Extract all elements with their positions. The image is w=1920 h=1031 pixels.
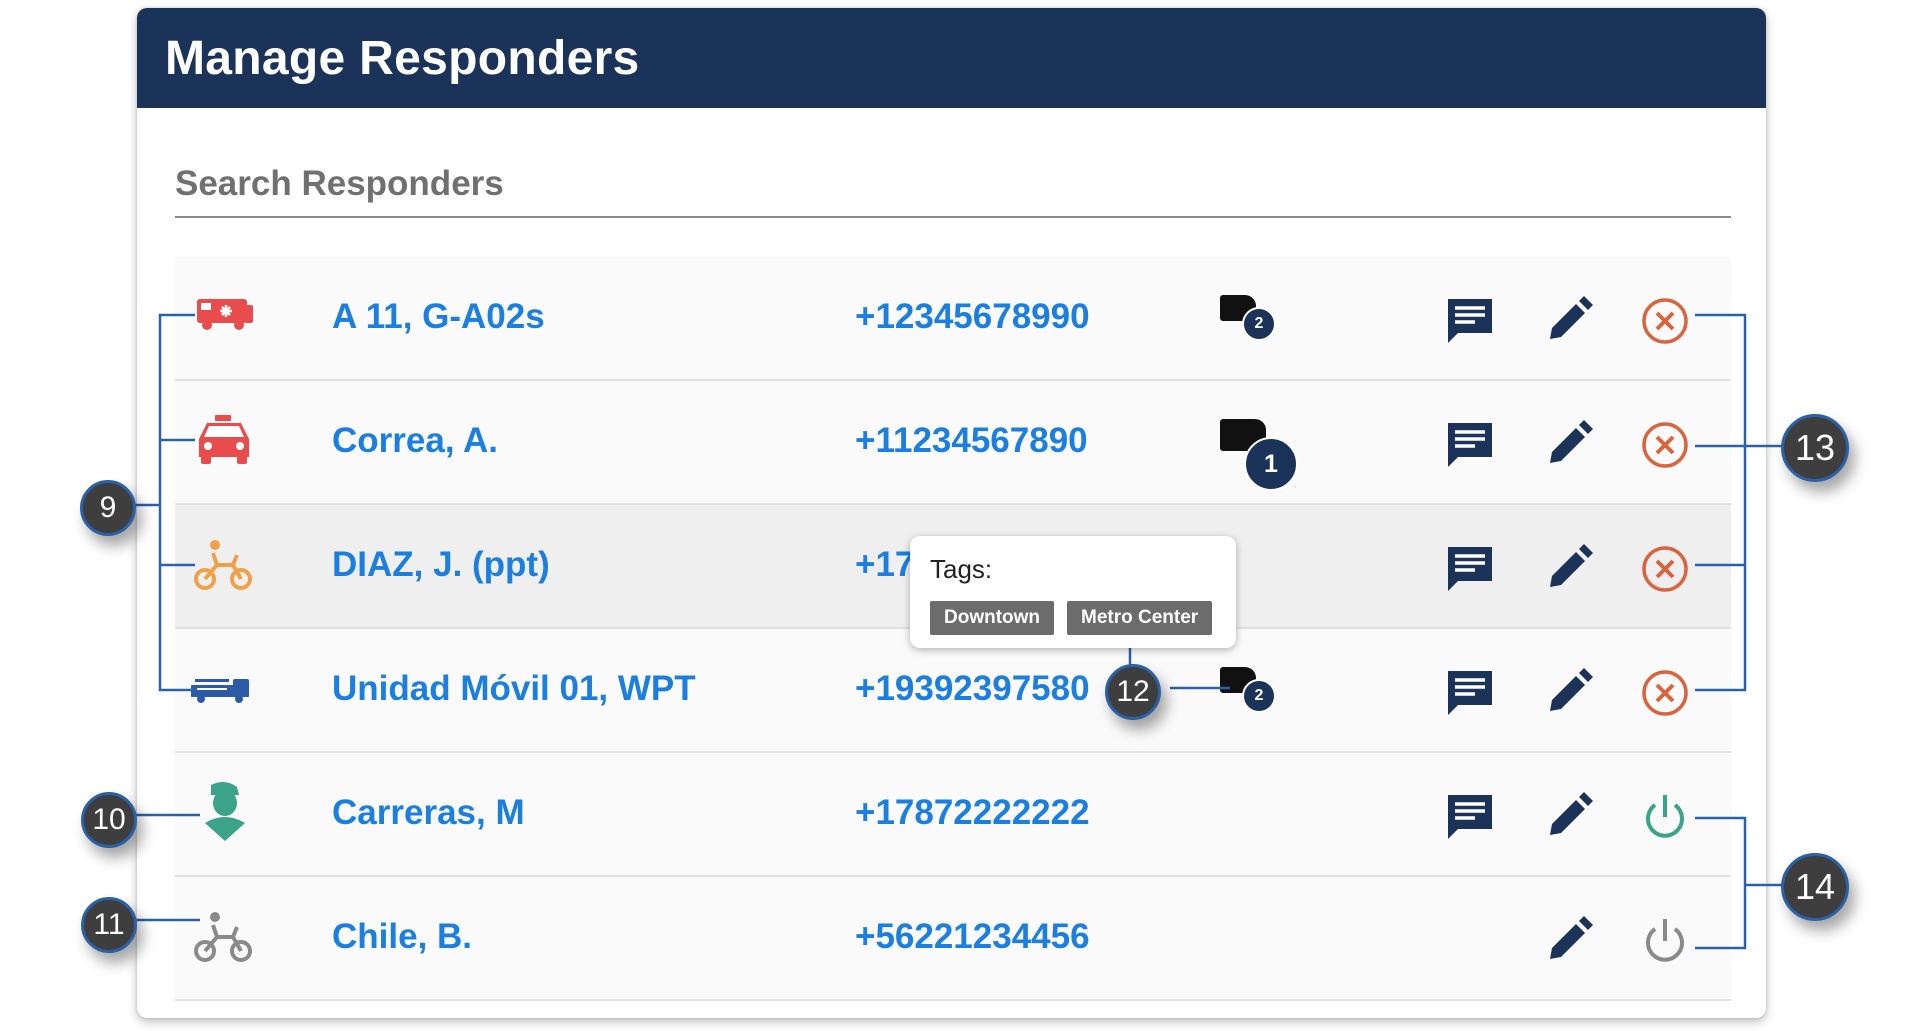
tag-chip: Downtown bbox=[930, 601, 1055, 635]
callout-badge: 9 bbox=[80, 480, 136, 536]
callout-badge: 12 bbox=[1105, 664, 1161, 720]
callout-badge: 13 bbox=[1781, 414, 1849, 482]
tooltip-title: Tags: bbox=[930, 554, 993, 584]
callout-badge: 14 bbox=[1781, 853, 1849, 921]
tag-chip: Metro Center bbox=[1067, 601, 1213, 635]
callout-badge: 11 bbox=[81, 897, 137, 953]
callout-leader-lines bbox=[130, 313, 1785, 950]
tags-tooltip: Tags: Downtown Metro Center bbox=[910, 536, 1236, 648]
callout-badge: 10 bbox=[81, 792, 137, 848]
